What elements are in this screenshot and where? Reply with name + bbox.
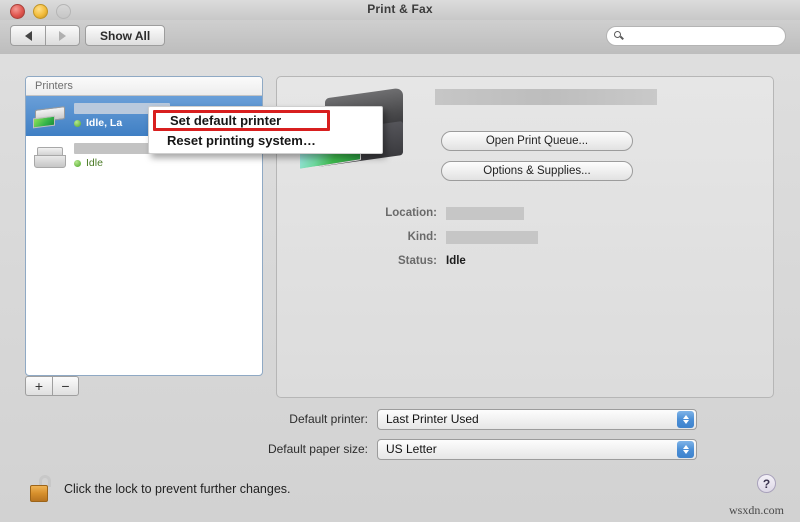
default-printer-select[interactable]: Last Printer Used	[377, 408, 697, 430]
context-menu[interactable]: Set default printer Reset printing syste…	[148, 106, 383, 154]
lock-row[interactable]: Click the lock to prevent further change…	[28, 470, 291, 508]
detail-row-kind: Kind:	[337, 229, 677, 245]
inkjet-printer-icon	[32, 101, 68, 131]
default-printer-value: Last Printer Used	[386, 412, 479, 426]
lock-instruction-text: Click the lock to prevent further change…	[64, 482, 291, 496]
unlocked-padlock-icon[interactable]	[28, 475, 54, 503]
back-button[interactable]	[10, 25, 45, 46]
window-titlebar: Print & Fax	[0, 0, 800, 20]
watermark: wsxdn.com	[729, 503, 784, 517]
arrow-left-icon	[24, 30, 32, 41]
show-all-button[interactable]: Show All	[85, 25, 166, 46]
chevron-down-icon	[682, 420, 689, 425]
window-title: Print & Fax	[367, 2, 433, 16]
printer-status: Idle	[74, 157, 160, 169]
print-and-fax-window: Print & Fax Show All Printers Idle, La I…	[0, 0, 800, 522]
forward-button	[45, 25, 80, 46]
default-paper-size-select[interactable]: US Letter	[377, 438, 697, 460]
status-dot-icon	[74, 159, 81, 167]
menu-item-reset-printing-system[interactable]: Reset printing system…	[167, 133, 316, 148]
search-input[interactable]	[629, 29, 778, 43]
add-printer-button[interactable]: +	[25, 376, 52, 396]
default-paper-size-row: Default paper size: US Letter	[240, 438, 697, 460]
search-icon	[614, 30, 625, 42]
location-value-redacted	[446, 206, 524, 220]
detail-printer-name-redacted	[435, 89, 657, 105]
default-paper-size-label: Default paper size:	[267, 442, 368, 456]
preference-pane-content: Printers Idle, La Idle + − Open Print Qu…	[0, 54, 800, 522]
detail-row-status: Status: Idle	[337, 253, 677, 269]
search-field[interactable]	[606, 26, 786, 46]
open-print-queue-button[interactable]: Open Print Queue...	[441, 131, 633, 151]
status-label: Status:	[398, 255, 437, 267]
help-button[interactable]: ?	[757, 474, 776, 493]
default-paper-size-value: US Letter	[386, 442, 437, 456]
arrow-right-icon	[59, 30, 66, 41]
chevron-updown-icon[interactable]	[677, 411, 694, 428]
printer-status-label: Idle	[86, 157, 103, 169]
location-label: Location:	[385, 207, 437, 219]
default-printer-row: Default printer: Last Printer Used	[240, 408, 697, 430]
status-value: Idle	[446, 255, 466, 267]
chevron-updown-icon[interactable]	[677, 441, 694, 458]
kind-label: Kind:	[407, 231, 437, 243]
menu-item-set-default-printer[interactable]: Set default printer	[153, 110, 330, 131]
navigation-button-group	[10, 25, 80, 46]
detail-row-location: Location:	[337, 205, 677, 221]
kind-value-redacted	[446, 230, 538, 244]
printer-status-label: Idle, La	[86, 117, 123, 129]
status-dot-icon	[74, 119, 81, 127]
printer-base-shape	[34, 155, 66, 168]
padlock-body	[30, 485, 48, 502]
remove-printer-button[interactable]: −	[52, 376, 79, 396]
chevron-down-icon	[682, 450, 689, 455]
chevron-up-icon	[682, 414, 689, 419]
default-printer-label: Default printer:	[289, 412, 368, 426]
options-and-supplies-button[interactable]: Options & Supplies...	[441, 161, 633, 181]
printer-list-header: Printers	[26, 77, 262, 96]
printer-list-footer: + −	[25, 376, 263, 398]
chevron-up-icon	[682, 444, 689, 449]
laser-printer-icon	[32, 141, 68, 171]
printer-paper-shape	[33, 115, 55, 129]
toolbar: Show All	[0, 20, 800, 55]
